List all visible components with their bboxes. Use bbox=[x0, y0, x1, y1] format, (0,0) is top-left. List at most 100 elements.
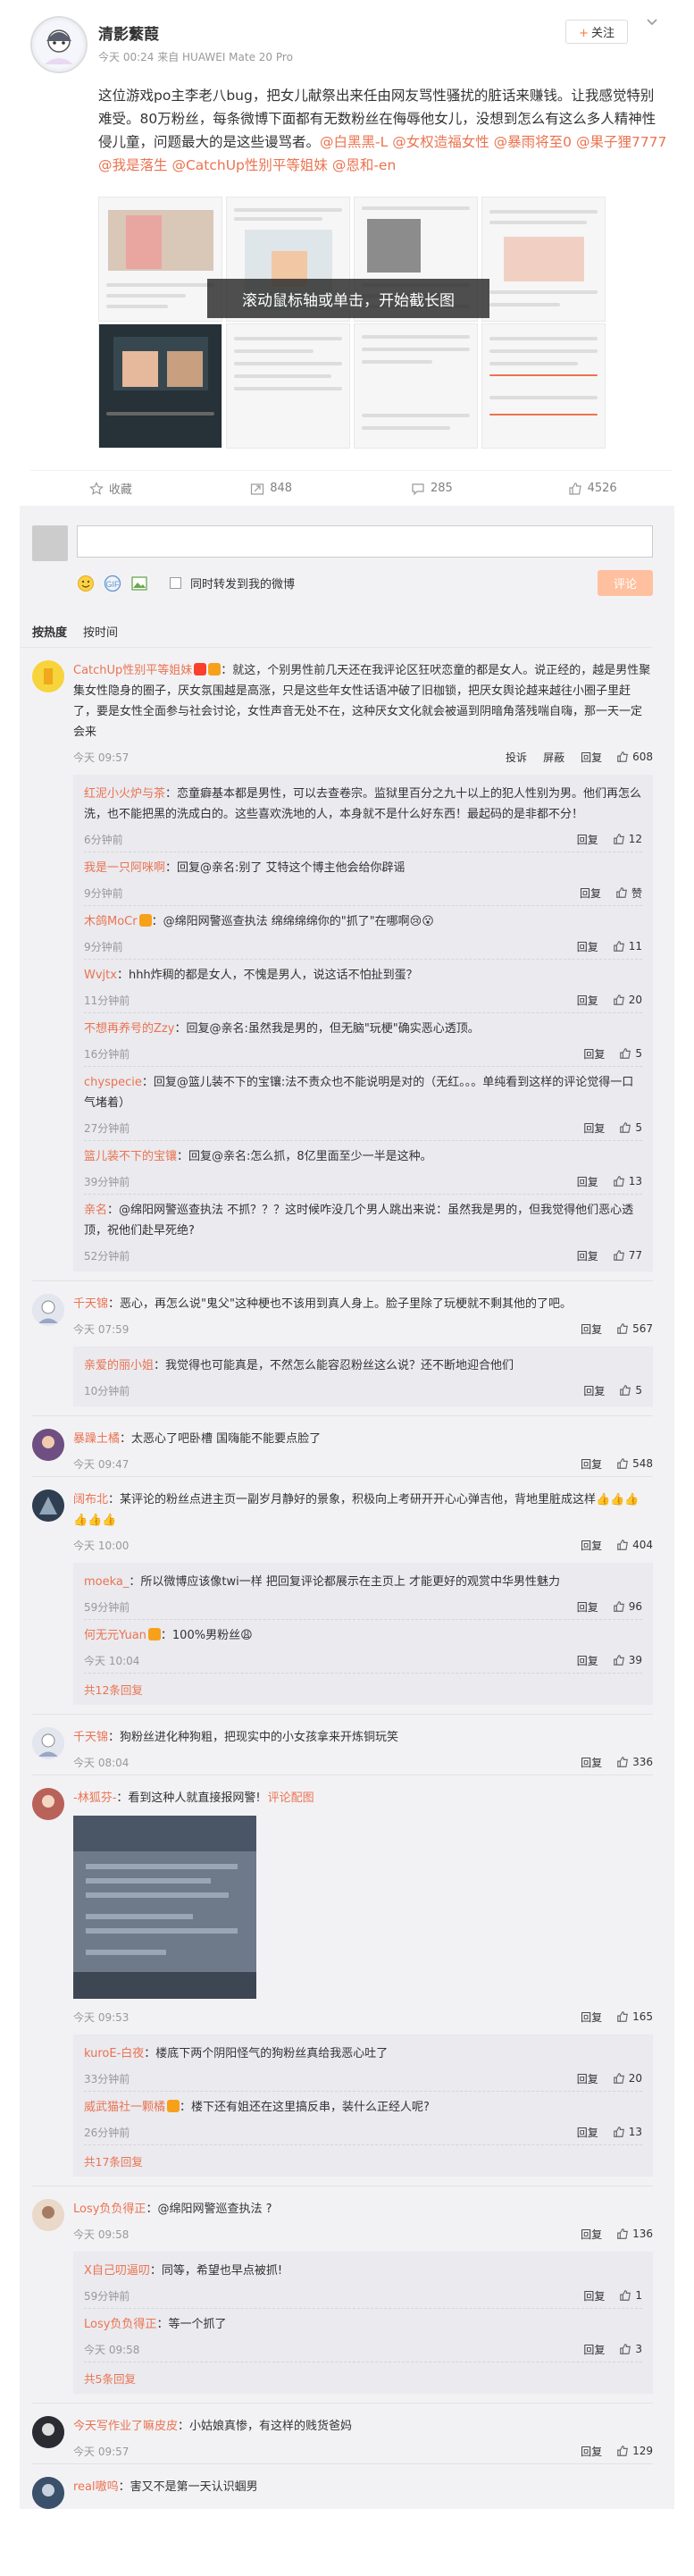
reply-like[interactable]: 3 bbox=[619, 2343, 642, 2355]
follow-button[interactable]: + 关注 bbox=[565, 20, 628, 44]
mention[interactable]: @暴雨将至0 bbox=[494, 134, 572, 150]
avatar[interactable] bbox=[32, 2416, 64, 2448]
like-button[interactable]: 4526 bbox=[512, 482, 673, 496]
submit-comment-button[interactable]: 评论 bbox=[597, 570, 653, 596]
comment-like[interactable]: 548 bbox=[616, 1457, 653, 1470]
reply-button[interactable]: 回复 bbox=[583, 2288, 605, 2303]
reply-user[interactable]: 亲爱的丽小姐 bbox=[84, 1359, 154, 1372]
reply-button[interactable]: 回复 bbox=[577, 939, 598, 954]
reply-button[interactable]: 回复 bbox=[581, 1755, 602, 1770]
avatar[interactable] bbox=[32, 660, 64, 692]
reply-user[interactable]: 威武猫社一颗橘 bbox=[84, 2101, 165, 2114]
reply-button[interactable]: 回复 bbox=[577, 1174, 598, 1189]
image-icon[interactable] bbox=[130, 575, 148, 592]
comment-image[interactable] bbox=[73, 1816, 256, 1999]
avatar[interactable] bbox=[32, 1727, 64, 1759]
reply-user[interactable]: Wvjtx bbox=[84, 969, 117, 982]
emoji-icon[interactable] bbox=[77, 575, 95, 592]
mention[interactable]: @我是落生 bbox=[98, 157, 168, 173]
mention[interactable]: @CatchUp性别平等姐妹 bbox=[171, 157, 327, 173]
mention[interactable]: @果子狸7777 bbox=[576, 134, 666, 150]
tab-time[interactable]: 按时间 bbox=[83, 623, 118, 640]
avatar[interactable] bbox=[32, 2199, 64, 2231]
post-image[interactable] bbox=[226, 323, 350, 449]
tab-hot[interactable]: 按热度 bbox=[32, 623, 67, 640]
comment-image-link[interactable]: 评论配图 bbox=[268, 1791, 314, 1805]
post-image[interactable] bbox=[481, 323, 606, 449]
reply-like[interactable]: 77 bbox=[613, 1249, 642, 1262]
reply-user[interactable]: 我是一只阿咪啊 bbox=[84, 861, 165, 875]
reply-button[interactable]: 回复 bbox=[577, 1599, 598, 1615]
report-button[interactable]: 投诉 bbox=[506, 750, 527, 765]
reply-user[interactable]: moeka_ bbox=[84, 1575, 129, 1589]
comment-button[interactable]: 285 bbox=[352, 482, 513, 496]
comment-user[interactable]: 阔布北 bbox=[73, 1493, 108, 1506]
screenshot-overlay[interactable]: 滚动鼠标轴或单击，开始截长图 bbox=[207, 279, 489, 318]
reply-button[interactable]: 回复 bbox=[581, 1456, 602, 1472]
post-image[interactable] bbox=[98, 197, 222, 322]
reply-button[interactable]: 回复 bbox=[581, 2227, 602, 2242]
reply-button[interactable]: 回复 bbox=[577, 2125, 598, 2140]
reply-user[interactable]: 亲名 bbox=[84, 1204, 107, 1217]
author-name[interactable]: 清影蘩葭 bbox=[98, 21, 293, 44]
reply-like[interactable]: 5 bbox=[619, 1121, 642, 1134]
reply-like[interactable]: 13 bbox=[613, 1175, 642, 1187]
reply-like[interactable]: 39 bbox=[613, 1654, 642, 1666]
reply-button[interactable]: 回复 bbox=[583, 1046, 605, 1061]
reply-button[interactable]: 回复 bbox=[583, 1383, 605, 1398]
reply-button[interactable]: 回复 bbox=[577, 832, 598, 847]
reply-button[interactable]: 回复 bbox=[581, 1322, 602, 1337]
mention[interactable]: @女权造福女性 bbox=[392, 134, 489, 150]
comment-like[interactable]: 404 bbox=[616, 1539, 653, 1551]
comment-user[interactable]: 千天锦 bbox=[73, 1297, 108, 1311]
mention[interactable]: @白黑黑-L bbox=[320, 134, 388, 150]
reply-like[interactable]: 20 bbox=[613, 2072, 642, 2085]
avatar[interactable] bbox=[32, 1429, 64, 1461]
comment-like[interactable]: 567 bbox=[616, 1322, 653, 1335]
topic-icon[interactable]: GIF bbox=[104, 575, 121, 592]
reply-user[interactable]: 不想再养号的Zzy bbox=[84, 1022, 174, 1036]
comment-user[interactable]: -林狐芬- bbox=[73, 1791, 116, 1805]
avatar[interactable] bbox=[32, 1294, 64, 1326]
mention[interactable]: @恩和-en bbox=[332, 157, 396, 173]
comment-user[interactable]: 千天锦 bbox=[73, 1731, 108, 1744]
reply-button[interactable]: 回复 bbox=[583, 2342, 605, 2357]
comment-user[interactable]: CatchUp性别平等姐妹 bbox=[73, 664, 192, 677]
sync-checkbox[interactable] bbox=[170, 577, 181, 589]
comment-like[interactable]: 129 bbox=[616, 2445, 653, 2457]
reply-button[interactable]: 回复 bbox=[580, 885, 601, 901]
reply-button[interactable]: 回复 bbox=[577, 1248, 598, 1263]
comment-user[interactable]: 暴躁土橘 bbox=[73, 1432, 120, 1446]
comment-user[interactable]: Losy负负得正 bbox=[73, 2203, 146, 2216]
reply-button[interactable]: 回复 bbox=[581, 2010, 602, 2025]
comment-user[interactable]: real嗷呜 bbox=[73, 2480, 119, 2494]
collect-button[interactable]: 收藏 bbox=[30, 480, 191, 497]
more-replies-link[interactable]: 共17条回复 bbox=[84, 2145, 642, 2173]
reply-user[interactable]: 篮儿装不下的宝镶 bbox=[84, 1150, 177, 1163]
reply-button[interactable]: 回复 bbox=[577, 993, 598, 1008]
comment-like[interactable]: 336 bbox=[616, 1756, 653, 1768]
reply-like[interactable]: 11 bbox=[613, 940, 642, 952]
more-replies-link[interactable]: 共5条回复 bbox=[84, 2362, 642, 2390]
reply-like[interactable]: 5 bbox=[619, 1047, 642, 1060]
reply-button[interactable]: 回复 bbox=[577, 1653, 598, 1668]
post-image[interactable] bbox=[481, 197, 606, 322]
post-image[interactable] bbox=[354, 323, 478, 449]
reply-like[interactable]: 20 bbox=[613, 994, 642, 1006]
reply-user[interactable]: 何无元Yuan bbox=[84, 1629, 146, 1642]
reply-button[interactable]: 回复 bbox=[581, 1538, 602, 1553]
reply-button[interactable]: 回复 bbox=[581, 2444, 602, 2459]
block-button[interactable]: 屏蔽 bbox=[543, 750, 564, 765]
comment-input[interactable] bbox=[77, 525, 653, 558]
reply-user[interactable]: chyspecie bbox=[84, 1076, 142, 1089]
reply-user[interactable]: 木鸽MoCr bbox=[84, 915, 138, 928]
comment-like[interactable]: 136 bbox=[616, 2228, 653, 2240]
forward-button[interactable]: 848 bbox=[191, 482, 352, 496]
post-image[interactable] bbox=[98, 323, 222, 449]
avatar[interactable] bbox=[32, 2477, 64, 2509]
reply-like[interactable]: 赞 bbox=[615, 885, 642, 901]
comment-user[interactable]: 今天写作业了嘛皮皮 bbox=[73, 2420, 178, 2433]
reply-like[interactable]: 96 bbox=[613, 1600, 642, 1613]
more-replies-link[interactable]: 共12条回复 bbox=[84, 1674, 642, 1701]
avatar[interactable] bbox=[32, 1489, 64, 1522]
